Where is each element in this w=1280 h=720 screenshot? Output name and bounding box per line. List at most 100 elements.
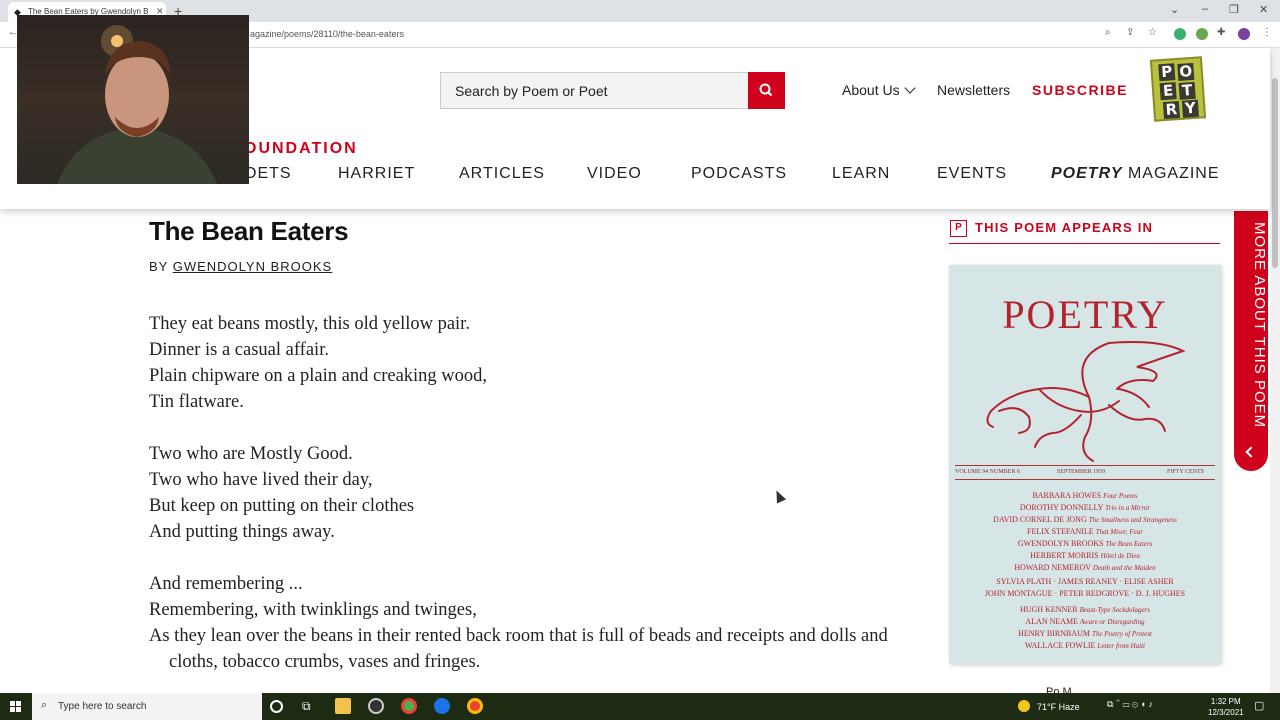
toc-entry: WALLACE FOWLIE Letter from Haiti — [949, 641, 1221, 650]
poem-line: Tin flatware. — [149, 392, 244, 412]
cover-price: FIFTY CENTS — [1167, 469, 1204, 475]
toc-work: Hôtel de Dieu — [1100, 552, 1140, 560]
mouse-cursor-icon — [771, 488, 787, 504]
cover-date: SEPTEMBER 1959 — [1057, 469, 1106, 475]
obs-icon[interactable] — [368, 698, 384, 714]
poem-line: And remembering ... — [149, 574, 303, 594]
notifications-icon[interactable]: ▢ — [1254, 699, 1264, 712]
toc-entry: HOWARD NEMEROV Death and the Maiden — [949, 563, 1221, 572]
poetry-magazine-logo[interactable]: P O E T R Y — [1149, 56, 1207, 122]
nav-learn[interactable]: LEARN — [832, 165, 890, 183]
toc-work: The Poetry of Protest — [1092, 630, 1152, 638]
close-window-icon[interactable]: ✕ — [1259, 3, 1268, 16]
weather-text[interactable]: 71°F Haze — [1037, 702, 1080, 712]
toc-name: DOROTHY DONNELLY — [1019, 503, 1104, 512]
logo-letter: R — [1162, 100, 1181, 120]
poem-line: cloths, tobacco crumbs, vases and fringe… — [169, 652, 481, 672]
chrome-icon[interactable] — [401, 698, 417, 714]
nav-harriet[interactable]: HARRIET — [338, 165, 415, 183]
cortana-icon[interactable] — [270, 700, 283, 713]
presenter-video-image — [57, 25, 217, 184]
chevron-down-icon — [904, 82, 916, 94]
toc-entry: ALAN NEAME Aware or Disregarding — [949, 617, 1221, 626]
extension-green-icon[interactable] — [1196, 28, 1208, 40]
chrome-icon[interactable] — [467, 698, 483, 714]
nav-articles[interactable]: ARTICLES — [459, 165, 545, 183]
url-field[interactable]: agazine/poems/28110/the-bean-eaters — [250, 29, 404, 39]
logo-letter: Y — [1181, 99, 1199, 118]
poem-line: But keep on putting on their clothes — [149, 496, 415, 516]
toc-entry: DOROTHY DONNELLY Trio in a Mirror — [949, 503, 1221, 512]
zoom-icon[interactable]: ⌕ — [1105, 27, 1111, 38]
toc-name: SYLVIA PLATH · JAMES REANEY · ELISE ASHE… — [996, 577, 1174, 586]
weather-sun-icon[interactable] — [1018, 700, 1030, 712]
nav-video[interactable]: VIDEO — [587, 165, 642, 183]
nav-magazine-text: MAGAZINE — [1122, 165, 1220, 182]
search-icon — [759, 83, 773, 97]
search-button[interactable] — [748, 72, 785, 109]
poem-line: Remembering, with twinklings and twinges… — [149, 600, 477, 620]
byline-prefix: BY — [149, 259, 173, 274]
toc-work: Letter from Haiti — [1097, 642, 1145, 650]
webcam-overlay — [17, 15, 249, 184]
toc-name: BARBARA HOWES — [1032, 491, 1102, 500]
nav-poets[interactable]: OETS — [244, 165, 292, 183]
nav-poetry-em: POETRY — [1051, 165, 1123, 182]
scrollbar-thumb[interactable] — [1272, 78, 1278, 268]
nav-poetry-magazine[interactable]: POETRY MAGAZINE — [1051, 165, 1220, 183]
extensions-puzzle-icon[interactable]: ✚ — [1217, 27, 1225, 38]
bookmark-star-icon[interactable]: ☆ — [1148, 27, 1157, 38]
search-input[interactable]: Search by Poem or Poet — [440, 72, 750, 109]
cover-volume: VOLUME 94 NUMBER 6 — [955, 469, 1020, 475]
poem-title: The Bean Eaters — [149, 216, 349, 246]
browser-menu-icon[interactable]: ⋮ — [1262, 27, 1272, 38]
taskbar-search-placeholder: Type here to search — [58, 701, 147, 712]
toc-name: HOWARD NEMEROV — [1014, 563, 1091, 572]
toc-work: Death and the Maiden — [1092, 564, 1156, 572]
logo-letter: O — [1177, 61, 1195, 81]
toc-work: Aware or Disregarding — [1080, 618, 1145, 626]
subscribe-link[interactable]: SUBSCRIBE — [1032, 82, 1128, 98]
toc-name: WALLACE FOWLIE — [1024, 641, 1096, 650]
nav-podcasts[interactable]: PODCASTS — [691, 165, 787, 183]
extension-grammarly-icon[interactable] — [1174, 28, 1186, 40]
poem-line: They eat beans mostly, this old yellow p… — [149, 314, 470, 334]
cover-rule — [955, 465, 1215, 466]
divider — [949, 243, 1220, 244]
tab-search-chevron-icon[interactable]: ⌄ — [1170, 3, 1179, 16]
profile-avatar[interactable] — [1238, 28, 1250, 40]
toc-name: FELIX STEFANILE — [1027, 527, 1094, 536]
windows-start-icon[interactable] — [10, 701, 21, 712]
file-explorer-icon[interactable] — [335, 698, 351, 714]
toc-name: HUGH KENNER — [1020, 605, 1078, 614]
task-view-icon[interactable]: ⧉ — [302, 699, 311, 714]
toc-work: Trio in a Mirror — [1105, 504, 1151, 512]
toc-work: The Smallness and Strangeness — [1088, 516, 1177, 524]
about-us-menu[interactable]: About Us — [842, 82, 900, 98]
magazine-cover-image[interactable]: POETRY VOLUME 94 NUMBER 6 SEPTEMBER 1959… — [949, 265, 1221, 664]
toc-name: HERBERT MORRIS — [1030, 551, 1099, 560]
restore-icon[interactable]: ❐ — [1229, 3, 1239, 16]
toc-entry: HENRY BIRNBAUM The Poetry of Protest — [949, 629, 1221, 638]
system-tray-icons[interactable]: ⧉ ⌃ ▭ ⊙ ◖ ♪ — [1107, 699, 1153, 710]
poem-line: Plain chipware on a plain and creaking w… — [149, 366, 488, 386]
share-icon[interactable]: ⇪ — [1126, 27, 1134, 38]
toc-name: JOHN MONTAGUE · PETER REDGROVE · D. J. H… — [984, 589, 1186, 598]
logo-letter: P — [1158, 62, 1176, 82]
windows-taskbar: ⌕ Type here to search ⧉ 71°F Haze ⧉ ⌃ ▭ … — [0, 693, 1280, 720]
author-link[interactable]: GWENDOLYN BROOKS — [173, 259, 333, 274]
toc-work: Beast-Type Sockdolagers — [1079, 606, 1150, 614]
poem-line: And putting things away. — [149, 522, 335, 542]
newsletters-link[interactable]: Newsletters — [937, 82, 1010, 98]
clock[interactable]: 1:32 PM 12/3/2021 — [1208, 696, 1244, 718]
toc-entry: FELIX STEFANILE That Miser, Fear — [949, 527, 1221, 536]
foundation-wordmark[interactable]: OUNDATION — [244, 140, 358, 158]
toc-name: ALAN NEAME — [1025, 617, 1079, 626]
nav-events[interactable]: EVENTS — [937, 165, 1007, 183]
poem-byline: BY GWENDOLYN BROOKS — [149, 259, 332, 274]
app-icon[interactable] — [434, 698, 450, 714]
minimize-icon[interactable]: – — [1202, 3, 1208, 15]
cover-title: POETRY — [1002, 292, 1168, 337]
poem-line: Two who have lived their day, — [149, 470, 373, 490]
taskbar-search-input[interactable]: ⌕ Type here to search — [32, 693, 262, 720]
